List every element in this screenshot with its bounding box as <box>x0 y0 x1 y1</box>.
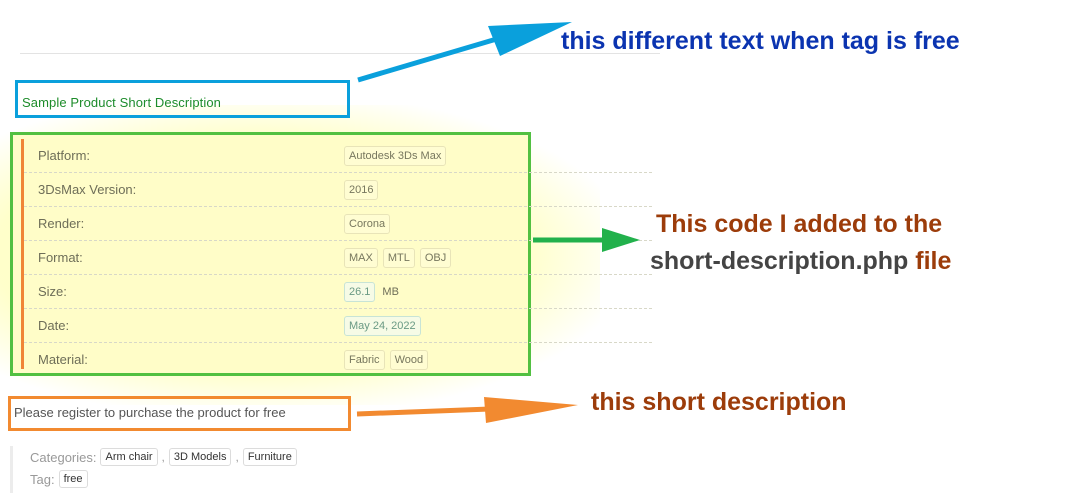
categories-label: Categories: <box>30 449 97 465</box>
attribute-values: Autodesk 3Ds Max <box>344 146 447 166</box>
product-short-description: Sample Product Short Description <box>22 95 222 110</box>
category-separator: , <box>161 450 165 464</box>
attribute-row: Platform: Autodesk 3Ds Max <box>24 139 652 173</box>
category-link[interactable]: Furniture <box>242 448 297 466</box>
annotation-code-line2: short-description.php file <box>650 247 951 276</box>
attribute-value-chip[interactable]: MTL <box>382 248 415 268</box>
annotation-filename: short-description.php <box>650 247 909 275</box>
tags-line: Tag: free <box>30 468 297 490</box>
tag-link[interactable]: free <box>58 470 88 488</box>
category-link[interactable]: Arm chair <box>100 448 158 466</box>
attribute-row: Render: Corona <box>24 207 652 241</box>
category-link[interactable]: 3D Models <box>168 448 232 466</box>
attribute-label: 3DsMax Version: <box>38 182 137 197</box>
attribute-values: May 24, 2022 <box>344 316 421 336</box>
attribute-row: Format: MAX MTL OBJ <box>24 241 652 275</box>
attribute-label: Format: <box>38 250 83 265</box>
attribute-value-chip[interactable]: MAX <box>344 248 378 268</box>
attribute-values: Corona <box>344 214 391 234</box>
attribute-label: Material: <box>38 352 88 367</box>
orange-arrow-icon <box>356 397 578 423</box>
attribute-values: MAX MTL OBJ <box>344 248 452 268</box>
attributes-table: Platform: Autodesk 3Ds Max 3DsMax Version:… <box>24 139 652 376</box>
attribute-row: Size: 26.1 MB <box>24 275 652 309</box>
annotation-different-text: this different text when tag is free <box>561 27 960 55</box>
attribute-value-chip[interactable]: 26.1 <box>344 282 376 302</box>
attribute-row: Material: Fabric Wood <box>24 343 652 376</box>
attribute-value-chip[interactable]: May 24, 2022 <box>344 316 421 336</box>
annotation-file-word: file <box>908 247 952 275</box>
product-meta: Categories: Arm chair, 3D Models, Furnitur… <box>10 446 297 493</box>
attribute-label: Date: <box>38 318 70 333</box>
attribute-row: Date: May 24, 2022 <box>24 309 652 343</box>
attribute-values: 26.1 MB <box>344 282 399 302</box>
blue-arrow-icon <box>357 22 572 83</box>
attribute-value-chip[interactable]: Wood <box>389 350 429 370</box>
annotation-code-line1: This code I added to the <box>656 210 943 238</box>
attribute-value-chip[interactable]: Autodesk 3Ds Max <box>344 146 447 166</box>
attribute-label: Size: <box>38 284 67 299</box>
attribute-value-chip[interactable]: Corona <box>344 214 391 234</box>
category-separator: , <box>235 450 239 464</box>
attribute-values: 2016 <box>344 180 379 200</box>
attribute-value-chip[interactable]: 2016 <box>344 180 379 200</box>
attribute-label: Render: <box>38 216 85 231</box>
categories-line: Categories: Arm chair, 3D Models, Furnitur… <box>30 446 297 468</box>
attribute-unit: MB <box>382 286 399 298</box>
annotation-short-description: this short description <box>591 388 847 416</box>
attribute-row: 3DsMax Version: 2016 <box>24 173 652 207</box>
attribute-label: Platform: <box>38 148 91 163</box>
register-message: Please register to purchase the product … <box>14 405 286 420</box>
attribute-value-chip[interactable]: OBJ <box>419 248 452 268</box>
attribute-values: Fabric Wood <box>344 350 429 370</box>
tag-label: Tag: <box>30 471 55 487</box>
attribute-value-chip[interactable]: Fabric <box>344 350 385 370</box>
